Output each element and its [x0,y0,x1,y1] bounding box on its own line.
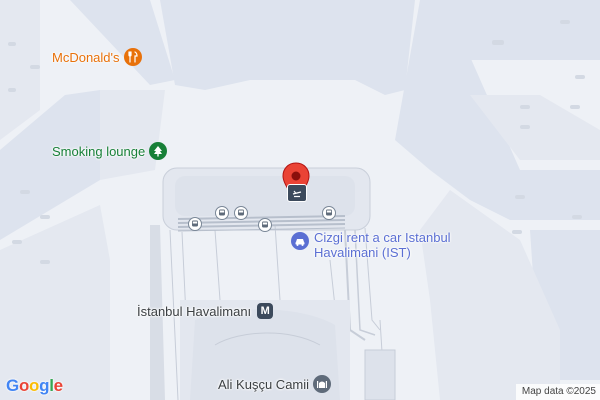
bus-stop-icon[interactable] [234,206,248,220]
tree-icon [149,142,168,160]
poi-smoking-lounge-label: Smoking lounge [52,143,146,159]
google-logo-letter: g [39,376,50,395]
bus-stop-icon[interactable] [322,206,336,220]
metro-icon: M [257,303,274,319]
poi-ali-kuscu-camii[interactable]: Ali Kuşçu Camii [218,375,332,393]
poi-cizgi-label-line2: Havalimani (IST) [314,245,411,260]
poi-smoking-lounge[interactable]: Smoking lounge [52,142,168,160]
poi-mcdonalds[interactable]: McDonald's [52,48,142,66]
mosque-icon [313,375,332,393]
google-logo-letter: e [53,376,63,395]
poi-cizgi-label-line1: Cizgi rent a car Istanbul [314,230,451,245]
poi-istanbul-havalimani-label: İstanbul Havalimanı [137,303,252,319]
airport-icon [287,184,307,202]
google-logo-letter: o [18,376,30,395]
car-rental-icon [291,232,309,250]
google-logo-letter: o [29,376,40,395]
bus-stop-icon[interactable] [188,217,202,231]
poi-istanbul-havalimani[interactable]: İstanbul Havalimanı M [137,303,274,319]
poi-ali-kuscu-label: Ali Kuşçu Camii [218,376,310,392]
map-attribution[interactable]: Map data ©2025 [515,384,600,400]
google-logo[interactable]: Google [6,376,63,396]
restaurant-icon [123,48,142,66]
poi-cizgi-rent-a-car[interactable]: Cizgi rent a car Istanbul Havalimani (IS… [291,230,451,260]
bus-stop-icon[interactable] [258,218,272,232]
bus-stop-icon[interactable] [215,206,229,220]
google-logo-letter: G [6,376,19,395]
location-pin-icon[interactable] [281,162,311,207]
poi-mcdonalds-label: McDonald's [52,49,120,65]
map-canvas[interactable]: McDonald's Smoking lounge Cizgi rent a c… [0,0,600,400]
